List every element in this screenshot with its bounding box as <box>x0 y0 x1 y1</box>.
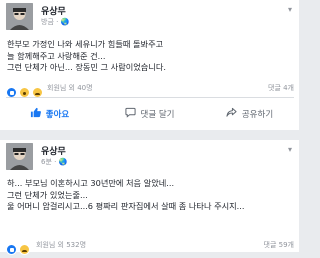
chevron-down-icon[interactable]: ▾ <box>288 145 292 154</box>
post-stats: 회원님 외 40명 댓글 4개 <box>6 82 294 98</box>
feed-post: 유상무 방금 · 🌏 ▾ 한부모 가정인 나와 세유니가 힘들때 돌봐주고 늘 … <box>0 0 299 130</box>
share-arrow-icon <box>226 107 237 121</box>
feed-post: 유상무 6분 · 🌏 ▾ 하... 부모님 이혼하시고 30년만에 처음 알았네… <box>0 140 299 255</box>
post-text: 하... 부모님 이혼하시고 30년만에 처음 알았네... 그런 단체가 있었… <box>7 178 245 213</box>
comment-count[interactable]: 댓글 59개 <box>264 239 294 251</box>
post-text-line: 그런 단체가 아닌... 장동민 그 사람이었습니다. <box>7 62 167 72</box>
divider <box>6 97 294 98</box>
post-actions: 좋아요 댓글 달기 공유하기 <box>0 100 299 128</box>
avatar[interactable] <box>6 143 33 170</box>
reaction-icons[interactable] <box>6 239 31 255</box>
comment-button[interactable]: 댓글 달기 <box>100 100 199 128</box>
like-button-label: 좋아요 <box>45 110 70 120</box>
avatar[interactable] <box>6 3 33 30</box>
post-timestamp[interactable]: 방금 · 🌏 <box>41 17 69 27</box>
post-text-line: 한부모 가정인 나와 세유니가 힘들때 돌봐주고 <box>7 39 164 49</box>
post-header: 유상무 방금 · 🌏 ▾ <box>6 3 296 33</box>
post-timestamp[interactable]: 6분 · 🌏 <box>41 157 67 167</box>
share-button-label: 공유하기 <box>241 110 274 120</box>
post-text-line: 그런 단체가 있었는줄... <box>7 189 88 200</box>
post-text-line: 하... 부모님 이혼하시고 30년만에 처음 알았네... <box>7 178 175 188</box>
post-header: 유상무 6분 · 🌏 ▾ <box>6 143 296 173</box>
reaction-count[interactable]: 회원님 외 40명 <box>47 82 93 94</box>
like-reaction-icon <box>6 244 17 255</box>
reaction-count[interactable]: 회원님 외 532명 <box>36 239 86 251</box>
post-stats: 회원님 외 532명 댓글 59개 <box>6 239 294 255</box>
chevron-down-icon[interactable]: ▾ <box>288 5 292 14</box>
speech-bubble-icon <box>124 107 136 121</box>
post-text-line: 울 어머니 암걸리시고...6 평짜리 판자집에서 살때 좀 나타나 주시지..… <box>7 201 245 211</box>
author-name[interactable]: 유상무 <box>41 144 66 157</box>
avatar-photo-icon <box>6 143 33 170</box>
post-text: 한부모 가정인 나와 세유니가 힘들때 돌봐주고 늘 함께해주고 사랑해준 건.… <box>7 39 166 74</box>
comment-button-label: 댓글 달기 <box>140 110 175 120</box>
reaction-icons[interactable] <box>6 82 44 98</box>
author-name[interactable]: 유상무 <box>41 4 66 17</box>
avatar-photo-icon <box>6 3 33 30</box>
post-text-line: 늘 함께해주고 사랑해준 건... <box>7 50 106 61</box>
comment-count[interactable]: 댓글 4개 <box>268 82 294 94</box>
like-button[interactable]: 좋아요 <box>0 100 99 128</box>
sad-reaction-icon <box>19 244 31 255</box>
share-button[interactable]: 공유하기 <box>200 100 299 128</box>
feed-separator <box>0 130 299 140</box>
thumbs-up-icon <box>30 107 41 121</box>
